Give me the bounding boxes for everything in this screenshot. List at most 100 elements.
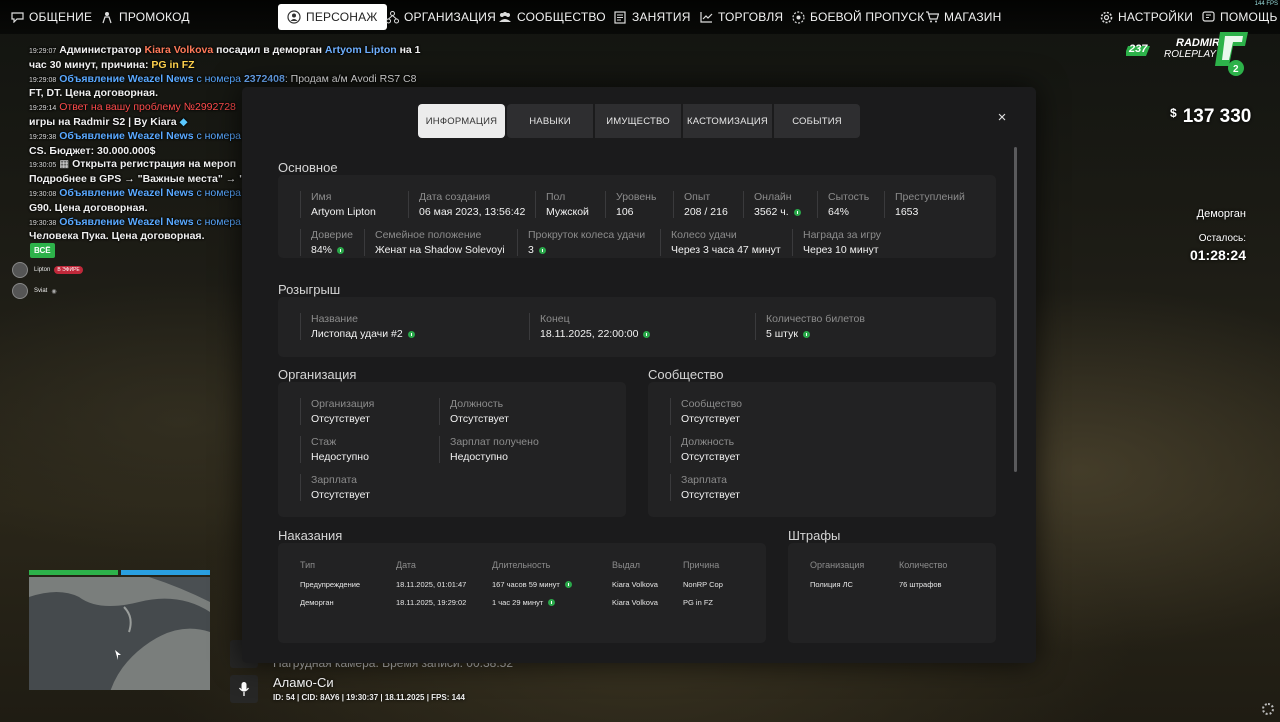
table-cell: 76 штрафов — [899, 580, 942, 589]
tab-property[interactable]: ИМУЩЕСТВО — [595, 104, 681, 138]
organization-icon — [385, 10, 399, 24]
field-wheel-timer: Колесо удачи Через 3 часа 47 минут — [660, 229, 781, 256]
field-community-name: Сообщество Отсутствует — [670, 398, 742, 425]
voice-user: Sviat ◉ — [12, 282, 83, 300]
section-title-basic: Основное — [278, 160, 338, 175]
logo-brand: RADMIR — [1176, 37, 1220, 49]
info-icon[interactable] — [337, 246, 345, 254]
speaker-icon: ◉ — [51, 288, 57, 295]
section-title-community: Сообщество — [648, 367, 724, 382]
field-org-name: Организация Отсутствует — [300, 398, 374, 425]
health-bar — [29, 570, 118, 575]
close-button[interactable]: × — [995, 110, 1009, 125]
microphone-button[interactable] — [230, 675, 258, 703]
voice-panel: ВСЁ Lipton В ЭФИРЕ Sviat ◉ — [12, 240, 83, 300]
flag-icon: ▦ — [59, 158, 73, 171]
info-icon[interactable] — [548, 599, 556, 606]
list-icon — [613, 10, 627, 24]
fines-table: Организация Количество Полиция ЛС 76 штр… — [810, 560, 948, 589]
diamond-icon: ◆ — [179, 115, 188, 128]
avatar — [12, 262, 28, 278]
help-icon — [1201, 10, 1215, 24]
nav-help[interactable]: ПОМОЩЬ — [1201, 4, 1278, 30]
minimap[interactable] — [29, 577, 210, 690]
nav-trade[interactable]: ТОРГОВЛЯ — [699, 4, 783, 30]
fines-card: Организация Количество Полиция ЛС 76 штр… — [788, 543, 996, 643]
table-cell: Деморган — [300, 598, 334, 607]
user-icon — [287, 10, 301, 24]
organization-card: Организация Отсутствует Должность Отсутств… — [278, 382, 626, 517]
location-name: Аламо-Си — [273, 675, 334, 690]
nav-character[interactable]: ПЕРСОНАЖ — [278, 4, 387, 30]
voice-all-button[interactable]: ВСЁ — [30, 243, 55, 258]
logo-server: 2 — [1233, 64, 1239, 75]
chat-icon — [10, 10, 24, 24]
nav-organization[interactable]: ОРГАНИЗАЦИЯ — [385, 4, 496, 30]
info-icon[interactable] — [407, 330, 415, 338]
remaining-label: Осталось: — [1198, 233, 1246, 244]
logo-sub: ROLEPLAY — [1164, 49, 1217, 60]
server-logo: 237 RADMIR ROLEPLAY 2 — [1124, 30, 1250, 78]
community-card: Сообщество Отсутствует Должность Отсутству… — [648, 382, 996, 517]
live-badge: В ЭФИРЕ — [54, 266, 83, 274]
table-cell: Предупреждение — [300, 580, 361, 589]
nav-community[interactable]: СООБЩЕСТВО — [498, 4, 606, 30]
table-cell: Полиция ЛС — [810, 580, 853, 589]
status-bars: 100 100 — [29, 570, 210, 588]
field-marital-status: Семейное положение Женат на Shadow Solevo… — [364, 229, 505, 256]
field-raffle-name: Название Листопад удачи #2 — [300, 313, 415, 340]
punishments-card: Тип Дата Длительность Выдал Причина Пред… — [278, 543, 766, 643]
nav-promocode[interactable]: ПРОМОКОД — [100, 4, 190, 30]
section-title-organization: Организация — [278, 367, 357, 382]
chat-line: 19:29:08 Объявление Weazel News с номера … — [29, 72, 417, 85]
field-org-tenure: Стаж Недоступно — [300, 436, 369, 463]
table-cell: PG in FZ — [683, 598, 714, 607]
field-play-reward: Награда за игру Через 10 минут — [792, 229, 881, 256]
info-icon[interactable] — [643, 330, 651, 338]
nav-battle-pass[interactable]: БОЕВОЙ ПРОПУСК — [791, 4, 924, 30]
field-raffle-end: Конец 18.11.2025, 22:00:00 — [529, 313, 651, 340]
table-cell: Kiara Volkova — [612, 598, 658, 607]
table-cell: 18.11.2025, 19:29:02 — [396, 598, 467, 607]
remaining-time: 01:28:24 — [1189, 247, 1246, 263]
section-title-fines: Штрафы — [788, 528, 841, 543]
field-wheel-spins: Прокруток колеса удачи 3 — [517, 229, 645, 256]
nav-activities[interactable]: ЗАНЯТИЯ — [613, 4, 691, 30]
basic-card: Имя Artyom Lipton Дата создания 06 мая 202… — [278, 175, 996, 258]
tab-events[interactable]: СОБЫТИЯ — [774, 104, 860, 138]
table-cell: 1 час 29 минут — [492, 598, 556, 607]
field-trust: Доверие 84% — [300, 229, 353, 256]
info-icon[interactable] — [538, 246, 546, 254]
tab-skills[interactable]: НАВЫКИ — [507, 104, 593, 138]
settings-gear-icon[interactable] — [1262, 703, 1274, 715]
community-icon — [498, 10, 512, 24]
field-crimes: Преступлений 1653 — [884, 191, 965, 218]
raffle-card: Название Листопад удачи #2 Конец 18.11.2… — [278, 297, 996, 357]
field-created: Дата создания 06 мая 2023, 13:56:42 — [408, 191, 525, 218]
tab-customization[interactable]: КАСТОМИЗАЦИЯ — [683, 104, 772, 138]
scrollbar[interactable] — [1014, 147, 1017, 472]
info-icon[interactable] — [793, 208, 801, 216]
field-satiety: Сытость 64% — [817, 191, 869, 218]
nav-chat[interactable]: ОБЩЕНИЕ — [10, 4, 92, 30]
field-level: Уровень 106 — [605, 191, 656, 218]
field-community-salary: Зарплата Отсутствует — [670, 474, 740, 501]
fps-counter: 144 FPS — [1254, 1, 1278, 7]
logo-number: 237 — [1128, 43, 1148, 55]
nav-shop[interactable]: МАГАЗИН — [925, 4, 1002, 30]
top-navigation-bar: ОБЩЕНИЕ ПРОМОКОД ПЕРСОНАЖ ОРГАНИЗАЦИЯ СО… — [0, 0, 1280, 34]
field-org-salaries: Зарплат получено Недоступно — [439, 436, 539, 463]
status-line: ID: 54 | CID: 8АУ6 | 19:30:37 | 18.11.20… — [273, 693, 465, 702]
battlepass-icon — [791, 10, 805, 24]
tab-information[interactable]: ИНФОРМАЦИЯ — [418, 104, 505, 138]
money-display: $137 330 — [1170, 106, 1252, 127]
chat-line: час 30 минут, причина: PG in FZ — [29, 58, 195, 71]
person-icon — [100, 10, 114, 24]
voice-user: Lipton В ЭФИРЕ — [12, 261, 83, 279]
chat-line: 19:29:07 Администратор Kiara Volkova поса… — [29, 44, 421, 56]
nav-settings[interactable]: НАСТРОЙКИ — [1099, 4, 1193, 30]
field-name: Имя Artyom Lipton — [300, 191, 376, 218]
info-icon[interactable] — [564, 581, 572, 588]
section-title-punishments: Наказания — [278, 528, 343, 543]
info-icon[interactable] — [802, 330, 810, 338]
